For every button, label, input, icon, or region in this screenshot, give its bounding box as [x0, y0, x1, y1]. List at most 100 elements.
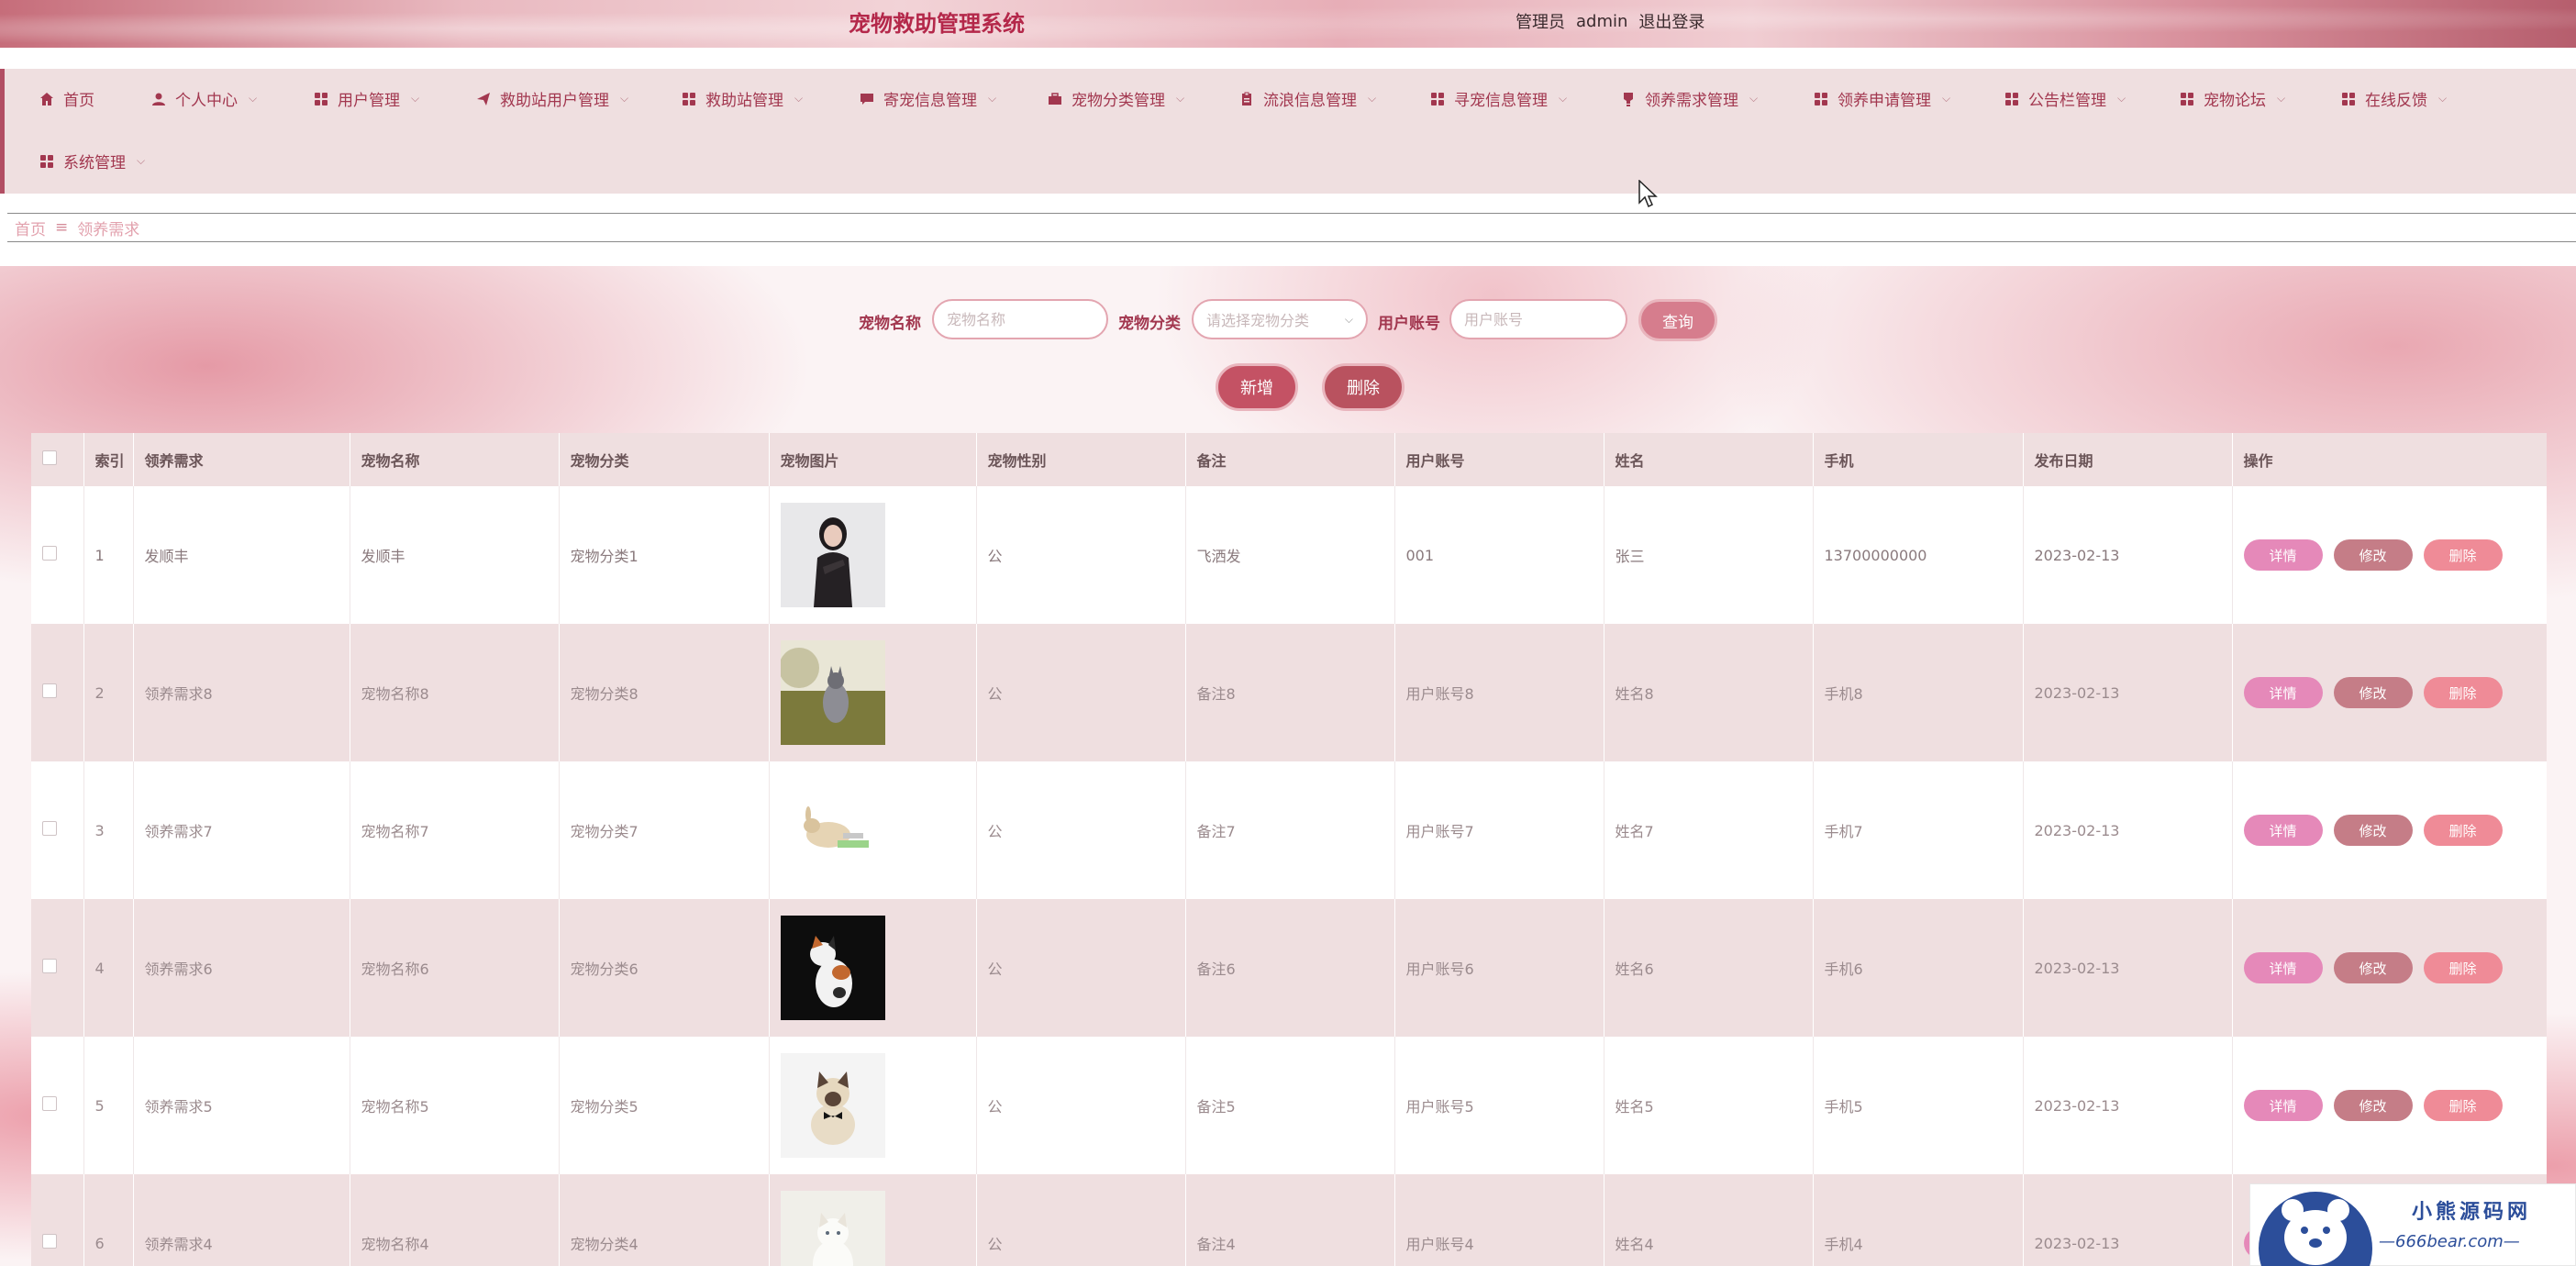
cell-account: 用户账号7 [1394, 761, 1604, 899]
cell-demand: 发顺丰 [133, 486, 350, 624]
nav-item-lost-pet-management[interactable]: 寻宠信息管理 ⌵ [1430, 87, 1567, 110]
detail-button[interactable]: 详情 [2243, 1090, 2323, 1121]
cell-pet-image [769, 1037, 977, 1174]
nav-item-stray-management[interactable]: 流浪信息管理 ⌵ [1239, 87, 1376, 110]
breadcrumb-separator: ≡ [55, 218, 69, 237]
row-checkbox[interactable] [42, 1096, 57, 1111]
delete-button[interactable]: 删除 [2423, 952, 2503, 983]
row-checkbox-cell[interactable] [31, 1174, 84, 1266]
nav-item-personal-center[interactable]: 个人中心 ⌵ [151, 87, 257, 110]
column-header: 操作 [2232, 433, 2547, 486]
column-header: 用户账号 [1394, 433, 1604, 486]
cell-index: 4 [83, 899, 134, 1037]
chevron-down-icon: ⌵ [2117, 92, 2126, 105]
column-header: 发布日期 [2023, 433, 2233, 486]
delete-button[interactable]: 删除 [2423, 539, 2503, 571]
nav-item-category-management[interactable]: 宠物分类管理 ⌵ [1048, 87, 1184, 110]
pet-name-input[interactable] [932, 299, 1108, 339]
logout-link[interactable]: 退出登录 [1638, 9, 1704, 33]
pet-photo-calico-cat[interactable] [780, 916, 885, 1020]
cell-date: 2023-02-13 [2023, 761, 2233, 899]
detail-button[interactable]: 详情 [2243, 677, 2323, 708]
add-button[interactable]: 新增 [1216, 363, 1298, 411]
table-row: 3 领养需求7 宠物名称7 宠物分类7 公 备注7 用户账号7 姓名7 手机7 … [31, 761, 2547, 899]
nav-item-station-user-management[interactable]: 救助站用户管理 ⌵ [476, 87, 628, 110]
row-checkbox[interactable] [42, 546, 57, 561]
detail-button[interactable]: 详情 [2243, 952, 2323, 983]
column-header: 索引 [83, 433, 134, 486]
row-checkbox-cell[interactable] [31, 486, 84, 624]
chevron-down-icon: ⌵ [1368, 92, 1377, 105]
select-all-cell[interactable] [31, 433, 84, 486]
user-account-input[interactable] [1449, 299, 1627, 339]
cell-name: 张三 [1604, 486, 1814, 624]
cell-pet-name: 宠物名称4 [350, 1174, 560, 1266]
nav-label: 寄宠信息管理 [883, 92, 977, 110]
pet-category-select[interactable]: 请选择宠物分类 ⌵ [1192, 299, 1368, 339]
row-checkbox-cell[interactable] [31, 899, 84, 1037]
row-checkbox[interactable] [42, 683, 57, 698]
delete-button[interactable]: 删除 [2423, 815, 2503, 846]
table-row: 1 发顺丰 发顺丰 宠物分类1 公 飞洒发 001 张三 13700000000… [31, 486, 2547, 624]
nav-item-adoption-application-management[interactable]: 领养申请管理 ⌵ [1814, 87, 1950, 110]
grid-icon [314, 92, 328, 106]
row-checkbox-cell[interactable] [31, 761, 84, 899]
row-checkbox-cell[interactable] [31, 624, 84, 761]
row-checkbox[interactable] [42, 1234, 57, 1249]
column-header: 姓名 [1604, 433, 1814, 486]
chevron-down-icon: ⌵ [249, 92, 258, 105]
cell-pet-name: 发顺丰 [350, 486, 560, 624]
nav-label: 公告栏管理 [2028, 92, 2106, 110]
cell-account: 001 [1394, 486, 1604, 624]
cell-date: 2023-02-13 [2023, 1037, 2233, 1174]
nav-item-system-management[interactable]: 系统管理 ⌵ [39, 150, 145, 172]
briefcase-icon [1048, 92, 1062, 106]
cell-remark: 备注4 [1185, 1174, 1395, 1266]
row-checkbox-cell[interactable] [31, 1037, 84, 1174]
pet-photo-girl[interactable] [780, 503, 885, 607]
nav-item-pet-forum[interactable]: 宠物论坛 ⌵ [2180, 87, 2285, 110]
nav-item-online-feedback[interactable]: 在线反馈 ⌵ [2341, 87, 2447, 110]
edit-button[interactable]: 修改 [2333, 1090, 2413, 1121]
nav-item-home[interactable]: 首页 [39, 87, 94, 110]
nav-item-user-management[interactable]: 用户管理 ⌵ [314, 87, 419, 110]
nav-item-foster-management[interactable]: 寄宠信息管理 ⌵ [860, 87, 996, 110]
row-checkbox[interactable] [42, 821, 57, 836]
edit-button[interactable]: 修改 [2333, 539, 2413, 571]
cell-demand: 领养需求5 [133, 1037, 350, 1174]
pet-category-label: 宠物分类 [1118, 315, 1181, 333]
cell-pet-image [769, 761, 977, 899]
nav-label: 在线反馈 [2365, 92, 2427, 110]
nav-item-bulletin-management[interactable]: 公告栏管理 ⌵ [2004, 87, 2126, 110]
nav-item-station-management[interactable]: 救助站管理 ⌵ [682, 87, 803, 110]
cell-phone: 手机5 [1813, 1037, 2024, 1174]
select-all-checkbox[interactable] [42, 450, 57, 465]
detail-button[interactable]: 详情 [2243, 539, 2323, 571]
bear-logo-icon [2259, 1192, 2372, 1266]
pet-photo-siamese-cat[interactable] [780, 1053, 885, 1158]
breadcrumb-home[interactable]: 首页 [15, 217, 46, 239]
pet-photo-rabbit[interactable] [780, 778, 885, 883]
delete-button[interactable]: 删除 [2423, 677, 2503, 708]
breadcrumb: 首页 ≡ 领养需求 [7, 213, 2576, 242]
cell-pet-name: 宠物名称5 [350, 1037, 560, 1174]
breadcrumb-current: 领养需求 [77, 220, 140, 239]
cell-index: 5 [83, 1037, 134, 1174]
table-row: 5 领养需求5 宠物名称5 宠物分类5 公 备注5 用户账号5 姓名5 手机5 … [31, 1037, 2547, 1174]
query-button[interactable]: 查询 [1638, 299, 1717, 341]
delete-button[interactable]: 删除 [2423, 1090, 2503, 1121]
detail-button[interactable]: 详情 [2243, 815, 2323, 846]
edit-button[interactable]: 修改 [2333, 952, 2413, 983]
pet-photo-white-cat[interactable] [780, 1191, 885, 1266]
cell-pet-image [769, 486, 977, 624]
edit-button[interactable]: 修改 [2333, 677, 2413, 708]
pet-photo-dog-on-grass[interactable] [780, 640, 885, 745]
batch-delete-button[interactable]: 删除 [1322, 363, 1405, 411]
bulb-icon [1621, 92, 1636, 106]
chevron-down-icon: ⌵ [1942, 92, 1951, 105]
row-checkbox[interactable] [42, 959, 57, 973]
cell-name: 姓名4 [1604, 1174, 1814, 1266]
chevron-down-icon: ⌵ [620, 92, 629, 105]
nav-item-adoption-demand-management[interactable]: 领养需求管理 ⌵ [1621, 87, 1758, 110]
edit-button[interactable]: 修改 [2333, 815, 2413, 846]
